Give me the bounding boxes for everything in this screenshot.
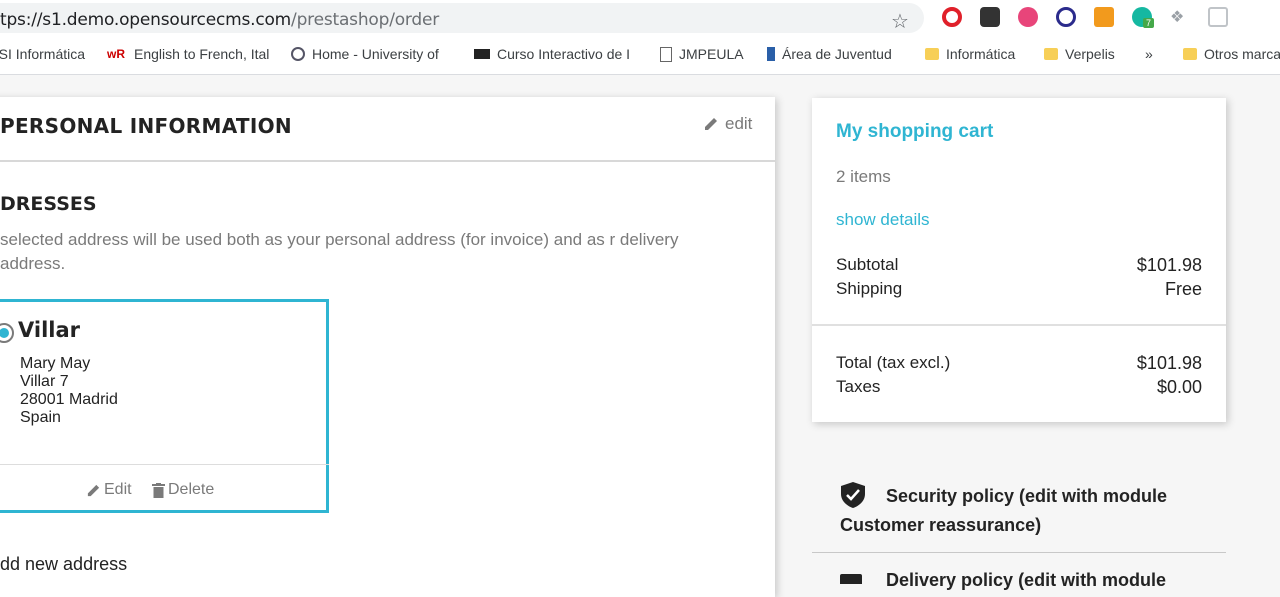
shipping-label: Shipping — [836, 279, 903, 298]
taxes-row: Taxes $0.00 — [836, 377, 1202, 398]
divider — [0, 160, 775, 162]
edit-personal-info-link[interactable]: edit — [703, 114, 752, 134]
addresses-heading: DRESSES — [0, 193, 97, 215]
show-details-link[interactable]: show details — [836, 210, 930, 230]
pencil-icon — [87, 484, 100, 496]
grammarly-icon[interactable]: 7 — [1132, 7, 1155, 28]
edit-address-label: Edit — [104, 481, 132, 498]
bookmark-star-icon[interactable]: ☆ — [891, 9, 909, 34]
cart-title: My shopping cart — [836, 121, 994, 142]
todo-ext-icon[interactable] — [1018, 7, 1038, 27]
url-text[interactable]: tps://s1.demo.opensourcecms.com/prestash… — [0, 10, 439, 30]
bookmark-item[interactable]: JMPEULA — [660, 46, 744, 62]
course-icon — [474, 49, 490, 59]
bookmark-item[interactable]: wR English to French, Ital — [107, 46, 269, 62]
address-bar[interactable]: tps://s1.demo.opensourcecms.com/prestash… — [0, 3, 924, 33]
bookmark-item[interactable]: Home - University of — [291, 46, 439, 62]
bookmark-label: Curso Interactivo de I — [497, 46, 631, 62]
truck-icon — [840, 574, 862, 584]
reassurance-divider — [812, 552, 1226, 553]
bookmark-label: Verpelis — [1065, 46, 1115, 62]
cart-item-count: 2 items — [836, 167, 891, 186]
security-policy: Security policy (edit with module Custom… — [840, 481, 1220, 540]
university-icon — [291, 47, 305, 61]
address-footer-divider — [0, 464, 329, 465]
cart-divider — [812, 324, 1226, 326]
address-line: 28001 Madrid — [20, 391, 118, 408]
bookmark-label: Informática — [946, 46, 1016, 62]
address-lines: Mary May Villar 7 28001 Madrid Spain — [20, 355, 118, 427]
bookmark-item[interactable]: Curso Interactivo de I — [474, 46, 630, 62]
overflow-chevron: » — [1145, 46, 1153, 62]
page-icon — [660, 46, 672, 62]
bottle-icon — [767, 47, 775, 61]
delete-address-button[interactable]: Delete — [152, 481, 214, 499]
dropbox-icon[interactable]: ❖ — [1170, 7, 1190, 27]
taxes-label: Taxes — [836, 377, 881, 396]
bookmark-folder[interactable]: Informática — [925, 46, 1015, 62]
url-path: /prestashop/order — [291, 10, 440, 30]
delete-address-label: Delete — [168, 481, 215, 498]
block-ext-icon[interactable] — [1056, 7, 1076, 27]
bookmark-label: Otros marca — [1204, 46, 1280, 62]
pocket-icon[interactable] — [1208, 7, 1228, 27]
addresses-description: selected address will be used both as yo… — [0, 230, 679, 273]
wordreference-icon: wR — [107, 47, 125, 61]
bookmark-item[interactable]: 'SI Informática — [0, 46, 85, 62]
address-line: Mary May — [20, 355, 91, 372]
total-value: $101.98 — [1136, 353, 1202, 373]
extension-badge: 7 — [1143, 18, 1155, 28]
subtotal-value: $101.98 — [1136, 255, 1202, 275]
bookmarks-bar: 'SI Informática wR English to French, Ita… — [0, 36, 1280, 75]
rss-icon[interactable] — [1094, 7, 1114, 27]
folder-icon — [1044, 48, 1058, 60]
bookmark-item[interactable]: Área de Juventud — [767, 46, 892, 62]
bookmark-folder[interactable]: Verpelis — [1044, 46, 1115, 62]
edit-address-button[interactable]: Edit — [86, 481, 132, 499]
edit-label: edit — [725, 114, 753, 133]
subtotal-row: Subtotal $101.98 — [836, 255, 1202, 276]
pencil-icon — [705, 118, 717, 130]
bookmark-label: Home - University of — [312, 46, 439, 62]
taxes-value: $0.00 — [1156, 377, 1202, 397]
bookmark-label: JMPEULA — [679, 46, 744, 62]
total-row: Total (tax excl.) $101.98 — [836, 353, 1202, 374]
url-host: tps://s1.demo.opensourcecms.com — [0, 10, 292, 30]
security-policy-text: Security policy (edit with module Custom… — [840, 486, 1168, 535]
bookmark-folder[interactable]: Otros marca — [1183, 46, 1280, 62]
folder-icon — [925, 48, 939, 60]
section-title: PERSONAL INFORMATION — [0, 114, 292, 138]
address-line: Villar 7 — [20, 373, 69, 390]
bookmark-label: English to French, Ital — [134, 46, 270, 62]
add-new-address-link[interactable]: dd new address — [0, 554, 127, 575]
trash-icon — [152, 482, 165, 498]
address-line: Spain — [20, 409, 61, 426]
folder-icon — [1183, 48, 1197, 60]
bookmark-label: Área de Juventud — [782, 46, 892, 62]
shipping-value: Free — [1164, 279, 1202, 299]
subtotal-label: Subtotal — [836, 255, 899, 274]
total-label: Total (tax excl.) — [836, 353, 951, 372]
shield-check-icon — [841, 482, 865, 508]
bookmarks-overflow[interactable]: » — [1145, 46, 1153, 62]
browser-toolbar: tps://s1.demo.opensourcecms.com/prestash… — [0, 0, 1280, 36]
bookmark-label: 'SI Informática — [0, 46, 86, 62]
address-alias: Villar — [18, 318, 81, 342]
lightbulb-ext-icon[interactable] — [980, 7, 1000, 27]
opera-icon[interactable] — [942, 7, 962, 27]
shipping-row: Shipping Free — [836, 279, 1202, 300]
